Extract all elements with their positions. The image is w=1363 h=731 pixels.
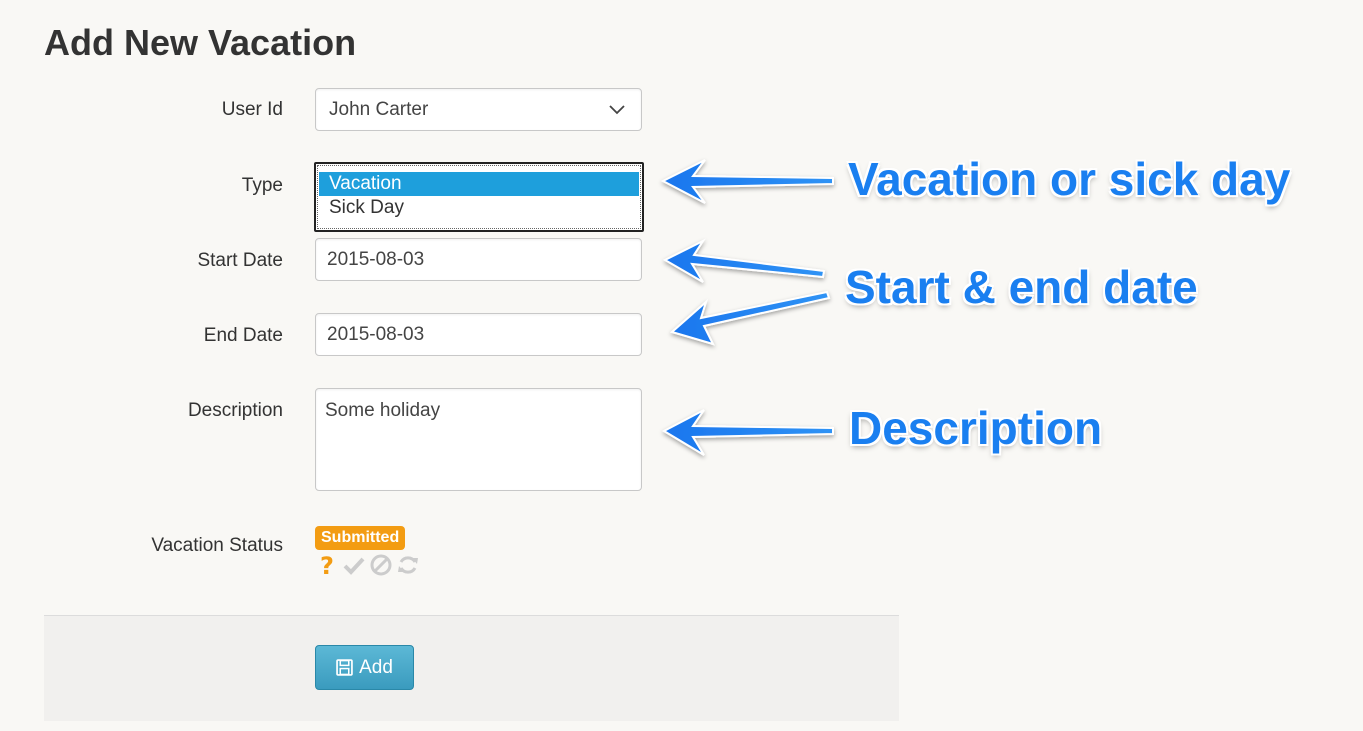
annotation-description-note: Description — [849, 402, 1103, 454]
annotation-arrows — [660, 159, 834, 456]
arrow-start-date — [662, 238, 826, 283]
arrow-type — [660, 159, 834, 204]
arrow-description — [661, 409, 834, 456]
annotation-type-note: Vacation or sick day — [848, 153, 1291, 205]
arrow-end-date — [669, 290, 831, 346]
annotation-dates-note: Start & end date — [845, 261, 1198, 313]
